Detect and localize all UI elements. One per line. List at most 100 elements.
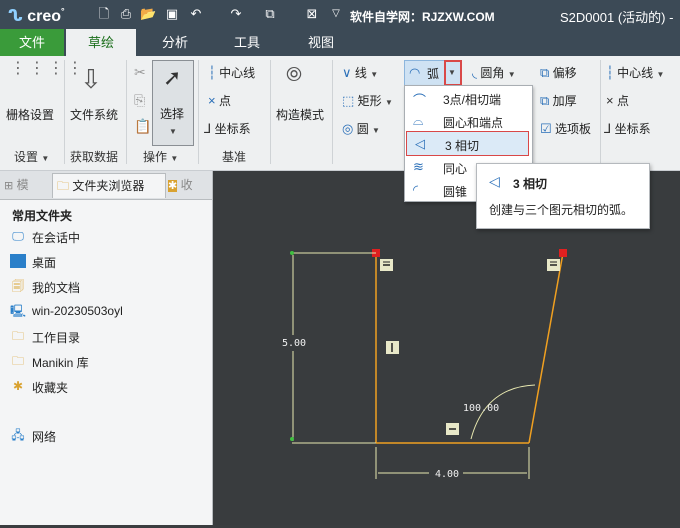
- arc-button[interactable]: ◠ 弧: [404, 60, 446, 86]
- construction-mode-button[interactable]: 构造模式: [276, 106, 324, 123]
- menu-item-arc-center-end[interactable]: ⌓ 圆心和端点: [405, 109, 530, 132]
- fillet-button[interactable]: ◟ 圆角 ▼: [472, 64, 516, 81]
- centerline-datum-button[interactable]: ┆ 中心线: [208, 64, 255, 81]
- dim-width-value[interactable]: 4.00: [435, 469, 459, 480]
- cut-icon[interactable]: ✂: [134, 64, 146, 81]
- sketch-vertex-marker[interactable]: [559, 249, 567, 257]
- coordinate-system-icon: ⅃: [204, 121, 212, 136]
- in-session-icon: 🖵: [12, 229, 24, 243]
- title-bar: ᔐ creo° 🗋 ⎙ 📂 ▣ ↶ ↷ ⧉ ⊠ ▽ 软件自学网：RJZXW.CO…: [0, 0, 680, 29]
- common-folders-heading: 常用文件夹: [12, 209, 73, 223]
- fillet-icon: ◟: [472, 65, 478, 80]
- arc-dropdown-toggle[interactable]: ▼: [444, 60, 462, 86]
- centerline-icon: ┆: [208, 65, 216, 80]
- line-icon: ∨: [342, 65, 352, 80]
- tab-view[interactable]: 视图: [286, 29, 356, 56]
- tab-sketch[interactable]: 草绘: [66, 29, 136, 56]
- tab-favorites[interactable]: ✱ 收: [168, 173, 208, 197]
- rectangle-icon: ⬚: [342, 93, 355, 108]
- creo-logo: ᔐ creo°: [8, 6, 65, 25]
- site-watermark-text: 软件自学网：RJZXW.COM: [350, 10, 495, 24]
- new-icon[interactable]: 🗋: [96, 6, 112, 22]
- coordinate-system-sketch-button[interactable]: ⅃ 坐标系: [604, 120, 651, 137]
- file-system-button[interactable]: 文件系统: [70, 106, 118, 123]
- divider: [126, 60, 127, 164]
- tab-tools[interactable]: 工具: [212, 29, 282, 56]
- arc-conic-icon: ◜: [413, 182, 419, 197]
- horizontal-constraint-icon[interactable]: [446, 423, 459, 435]
- redo-icon[interactable]: ↷: [228, 6, 244, 22]
- horizontal-constraint-icon[interactable]: [380, 259, 393, 271]
- arc-center-end-icon: ⌓: [413, 113, 424, 128]
- grid-settings-button[interactable]: 栅格设置: [6, 106, 54, 123]
- menu-item-arc-3point[interactable]: ⌒ 3点/相切端: [405, 86, 530, 109]
- thicken-button[interactable]: ⧉ 加厚: [540, 92, 577, 109]
- palette-button[interactable]: ☑ 选项板: [540, 120, 591, 137]
- arc-3point-icon: ⌒: [413, 93, 427, 108]
- coordinate-system-icon: ⅃: [604, 121, 612, 136]
- horizontal-constraint-icon[interactable]: [547, 259, 560, 271]
- tab-file[interactable]: 文件: [0, 29, 64, 56]
- dim-height-value[interactable]: 5.00: [282, 338, 306, 349]
- select-button[interactable]: ➚ 选择 ▼: [152, 60, 194, 146]
- group-operations-label[interactable]: 操作 ▼: [143, 148, 178, 165]
- regenerate-icon[interactable]: ⧉: [262, 6, 278, 22]
- rectangle-button[interactable]: ⬚ 矩形 ▼: [342, 92, 393, 109]
- undo-icon[interactable]: ↶: [188, 6, 204, 22]
- paste-icon[interactable]: 📋: [134, 118, 151, 135]
- point-datum-button[interactable]: × 点: [208, 92, 231, 109]
- tooltip-description: 创建与三个图元相切的弧。: [489, 203, 634, 217]
- copy-icon[interactable]: ⎘: [134, 92, 145, 109]
- close-window-icon[interactable]: ⊠: [304, 6, 320, 22]
- cursor-arrow-icon: ➚: [163, 65, 182, 90]
- point-sketch-button[interactable]: × 点: [606, 92, 629, 109]
- desktop-icon: [10, 254, 26, 268]
- window-title: S2D0001 (活动的) -: [560, 10, 674, 25]
- coordinate-system-datum-button[interactable]: ⅃ 坐标系: [204, 120, 251, 137]
- palette-icon: ☑: [540, 121, 552, 136]
- tab-model-tree[interactable]: ⊞ 模: [4, 173, 44, 197]
- open-icon[interactable]: 📂: [140, 6, 156, 22]
- vertical-constraint-icon[interactable]: [386, 341, 399, 354]
- point-icon: ×: [606, 93, 614, 108]
- menu-item-arc-3-tangent[interactable]: ◁ 3 相切: [406, 131, 529, 156]
- sketch-point: [290, 437, 294, 441]
- ribbon: ⋮⋮⋮⋮ 栅格设置 设置 ▼ ⇩ 文件系统 获取数据 ✂ ⎘ 📋 ➚ 选择 ▼ …: [0, 56, 680, 171]
- computer-icon: 🖳: [10, 304, 27, 318]
- save-icon[interactable]: ▣: [164, 6, 180, 22]
- offset-icon: ⧉: [540, 65, 550, 80]
- tooltip-title: 3 相切: [513, 177, 548, 191]
- dim-angle-value[interactable]: 100.00: [463, 403, 499, 414]
- tooltip: ◁ 3 相切 创建与三个图元相切的弧。: [476, 163, 650, 229]
- print-icon[interactable]: ⎙: [118, 6, 134, 22]
- group-datum-label: 基准: [222, 150, 247, 164]
- customize-icon[interactable]: ▽: [328, 6, 344, 22]
- chevron-down-icon: ▼: [448, 68, 456, 77]
- navigator-tabs: ⊞ 模 🗀 文件夹浏览器 ✱ 收: [0, 171, 212, 200]
- tab-folder-browser[interactable]: 🗀 文件夹浏览器: [52, 173, 166, 198]
- network-icon: 🖧: [11, 428, 25, 442]
- circle-button[interactable]: ◎ 圆 ▼: [342, 120, 380, 137]
- thicken-icon: ⧉: [540, 93, 550, 108]
- divider: [600, 60, 601, 164]
- point-icon: ×: [208, 93, 216, 108]
- select-label: 选择: [160, 107, 185, 121]
- sketch-point: [290, 251, 294, 255]
- file-system-icon: ⇩: [80, 64, 102, 94]
- tab-analysis[interactable]: 分析: [140, 29, 210, 56]
- offset-button[interactable]: ⧉ 偏移: [540, 64, 577, 81]
- divider: [332, 60, 333, 164]
- arc-concentric-icon: ≋: [413, 159, 424, 174]
- arc-3tangent-icon: ◁: [415, 136, 425, 151]
- chevron-down-icon: ▼: [169, 127, 177, 136]
- my-documents-icon: 🗐: [12, 279, 24, 293]
- grid-icon: ⋮⋮⋮⋮: [10, 60, 86, 77]
- divider: [198, 60, 199, 164]
- group-get-data-label: 获取数据: [70, 150, 119, 164]
- centerline-sketch-button[interactable]: ┆ 中心线 ▼: [606, 64, 664, 81]
- sketch-line-slanted[interactable]: [528, 252, 564, 444]
- navigator-panel: ⊞ 模 🗀 文件夹浏览器 ✱ 收 常用文件夹 🖵 在会话中 桌面 🗐 我的文档 🖳 w…: [0, 171, 213, 525]
- group-settings-label[interactable]: 设置 ▼: [14, 148, 49, 165]
- line-button[interactable]: ∨ 线 ▼: [342, 64, 378, 81]
- arc-3tangent-icon: ◁: [489, 173, 500, 189]
